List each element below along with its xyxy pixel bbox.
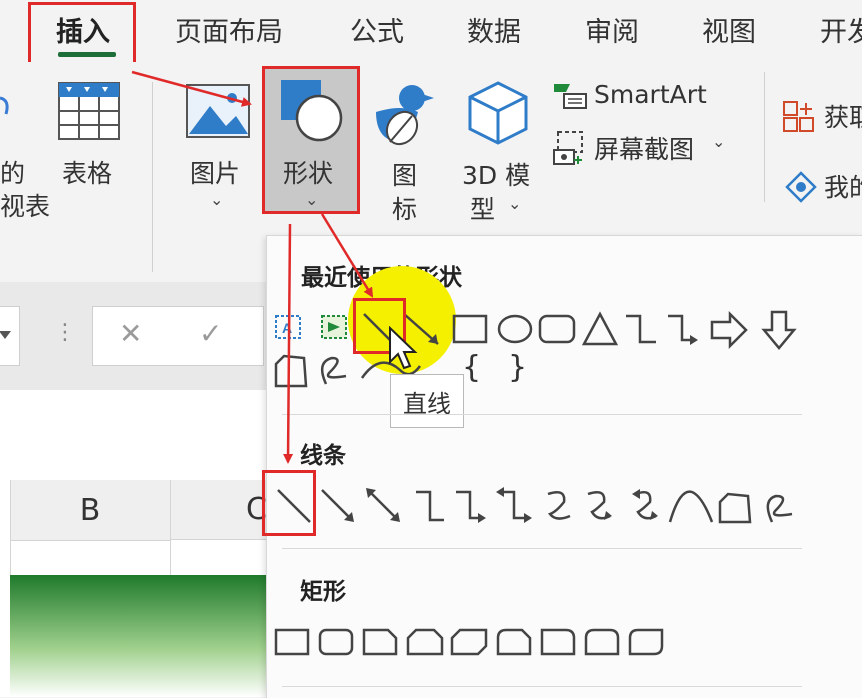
arrow-shapes-to-recent-line <box>320 213 374 298</box>
annotation-arrows <box>131 70 374 464</box>
arrow-insert-to-shapes <box>131 70 252 107</box>
arrow-shapes-to-line <box>283 223 294 464</box>
